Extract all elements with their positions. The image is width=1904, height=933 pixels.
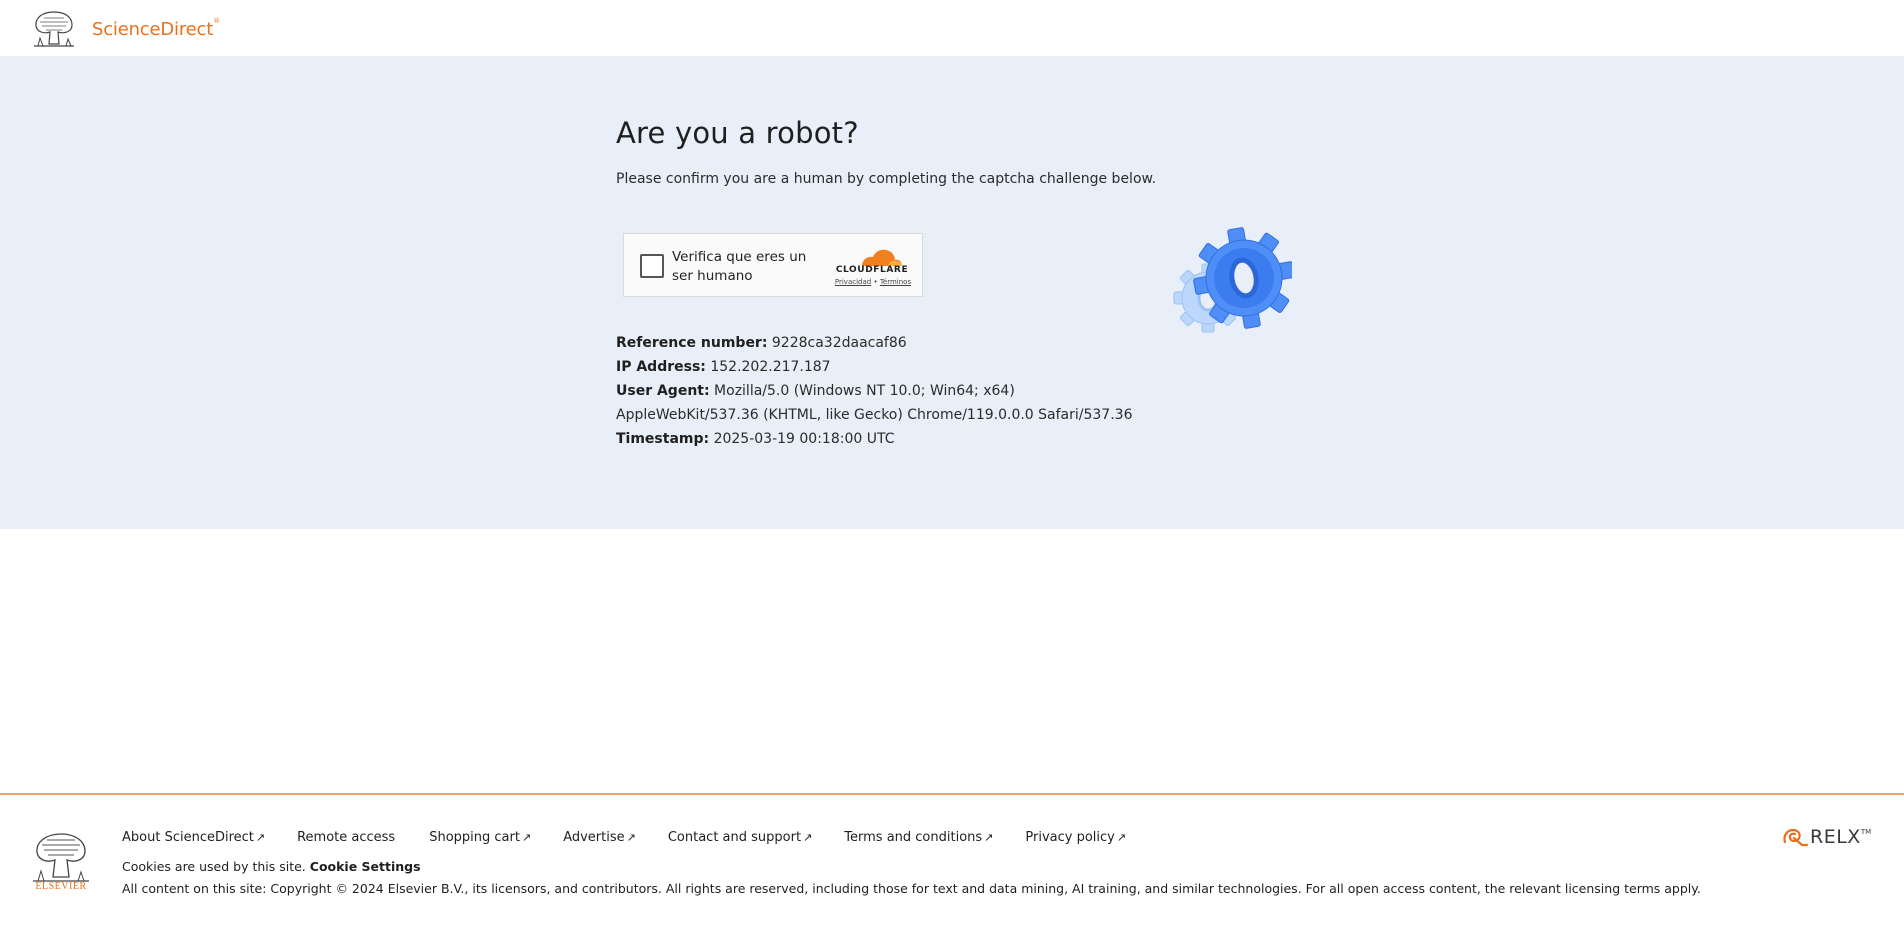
captcha-section — [0, 56, 1904, 529]
relx-trademark: TM — [1860, 828, 1872, 836]
footer-link-terms[interactable]: Terms and conditions ↗ — [844, 830, 993, 845]
footer-link-advertise[interactable]: Advertise ↗ — [563, 830, 636, 845]
relx-wordmark: RELX — [1810, 826, 1861, 848]
ip-address-value: 152.202.217.187 — [710, 359, 831, 375]
user-agent-label: User Agent: — [616, 383, 710, 399]
page-subtitle: Please confirm you are a human by comple… — [616, 171, 1157, 187]
timestamp-row: Timestamp: 2025-03-19 00:18:00 UTC — [616, 427, 1136, 451]
top-bar: ScienceDirect® — [0, 0, 1904, 56]
external-link-icon: ↗ — [521, 831, 532, 844]
brand-registered-mark: ® — [213, 17, 220, 25]
link-separator: • — [873, 278, 878, 286]
ip-address-label: IP Address: — [616, 359, 706, 375]
brand-title[interactable]: ScienceDirect® — [92, 17, 220, 40]
request-info: Reference number: 9228ca32daacaf86 IP Ad… — [616, 331, 1136, 451]
captcha-links: Privacidad • Términos — [828, 278, 918, 286]
reference-number-row: Reference number: 9228ca32daacaf86 — [616, 331, 1136, 355]
footer-nav: About ScienceDirect ↗ Remote access Shopp… — [122, 830, 1158, 845]
gears-icon — [1173, 227, 1292, 333]
footer-link-about[interactable]: About ScienceDirect ↗ — [122, 830, 265, 845]
elsevier-wordmark: ELSEVIER — [35, 881, 87, 892]
timestamp-value: 2025-03-19 00:18:00 UTC — [713, 431, 895, 447]
footer-link-label: Privacy policy — [1025, 830, 1115, 845]
footer-link-label: Remote access — [297, 830, 396, 845]
footer-link-shopping-cart[interactable]: Shopping cart ↗ — [429, 830, 531, 845]
ip-address-row: IP Address: 152.202.217.187 — [616, 355, 1136, 379]
external-link-icon: ↗ — [626, 831, 636, 844]
external-link-icon: ↗ — [803, 831, 813, 844]
footer-link-label: Advertise — [563, 830, 625, 845]
privacy-link[interactable]: Privacidad — [835, 278, 871, 286]
cloudflare-captcha-widget: Verifica que eres un ser humano CLOUDFLA… — [623, 233, 923, 297]
footer-divider — [0, 793, 1904, 795]
footer-link-label: Terms and conditions — [844, 830, 983, 845]
user-agent-row: User Agent: Mozilla/5.0 (Windows NT 10.0… — [616, 379, 1136, 427]
cookie-notice-text: Cookies are used by this site. — [122, 859, 306, 874]
terms-link[interactable]: Términos — [880, 278, 911, 286]
footer-link-privacy[interactable]: Privacy policy ↗ — [1025, 830, 1126, 845]
footer-link-remote-access[interactable]: Remote access — [297, 830, 397, 845]
relx-mark-icon — [1783, 828, 1808, 847]
external-link-icon: ↗ — [984, 831, 994, 844]
brand-name: ScienceDirect — [92, 19, 214, 40]
captcha-label: Verifica que eres un ser humano — [672, 249, 807, 284]
page-title: Are you a robot? — [616, 116, 859, 150]
reference-number-label: Reference number: — [616, 335, 768, 351]
relx-logo[interactable]: RELX TM — [1782, 826, 1871, 848]
footer-link-label: About ScienceDirect — [122, 830, 254, 845]
captcha-checkbox[interactable] — [640, 254, 664, 278]
footer-link-contact[interactable]: Contact and support ↗ — [668, 830, 812, 845]
footer-link-label: Shopping cart — [429, 830, 520, 845]
copyright-text: All content on this site: Copyright © 20… — [122, 881, 1701, 896]
cloudflare-wordmark: CLOUDFLARE — [835, 265, 909, 275]
cookie-notice: Cookies are used by this site. Cookie Se… — [122, 859, 421, 874]
elsevier-tree-icon[interactable] — [32, 8, 76, 50]
timestamp-label: Timestamp: — [616, 431, 710, 447]
reference-number-value: 9228ca32daacaf86 — [771, 335, 907, 351]
footer-link-label: Contact and support — [667, 830, 802, 845]
external-link-icon: ↗ — [255, 831, 266, 844]
external-link-icon: ↗ — [1116, 831, 1127, 844]
cookie-settings-link[interactable]: Cookie Settings — [310, 859, 421, 874]
